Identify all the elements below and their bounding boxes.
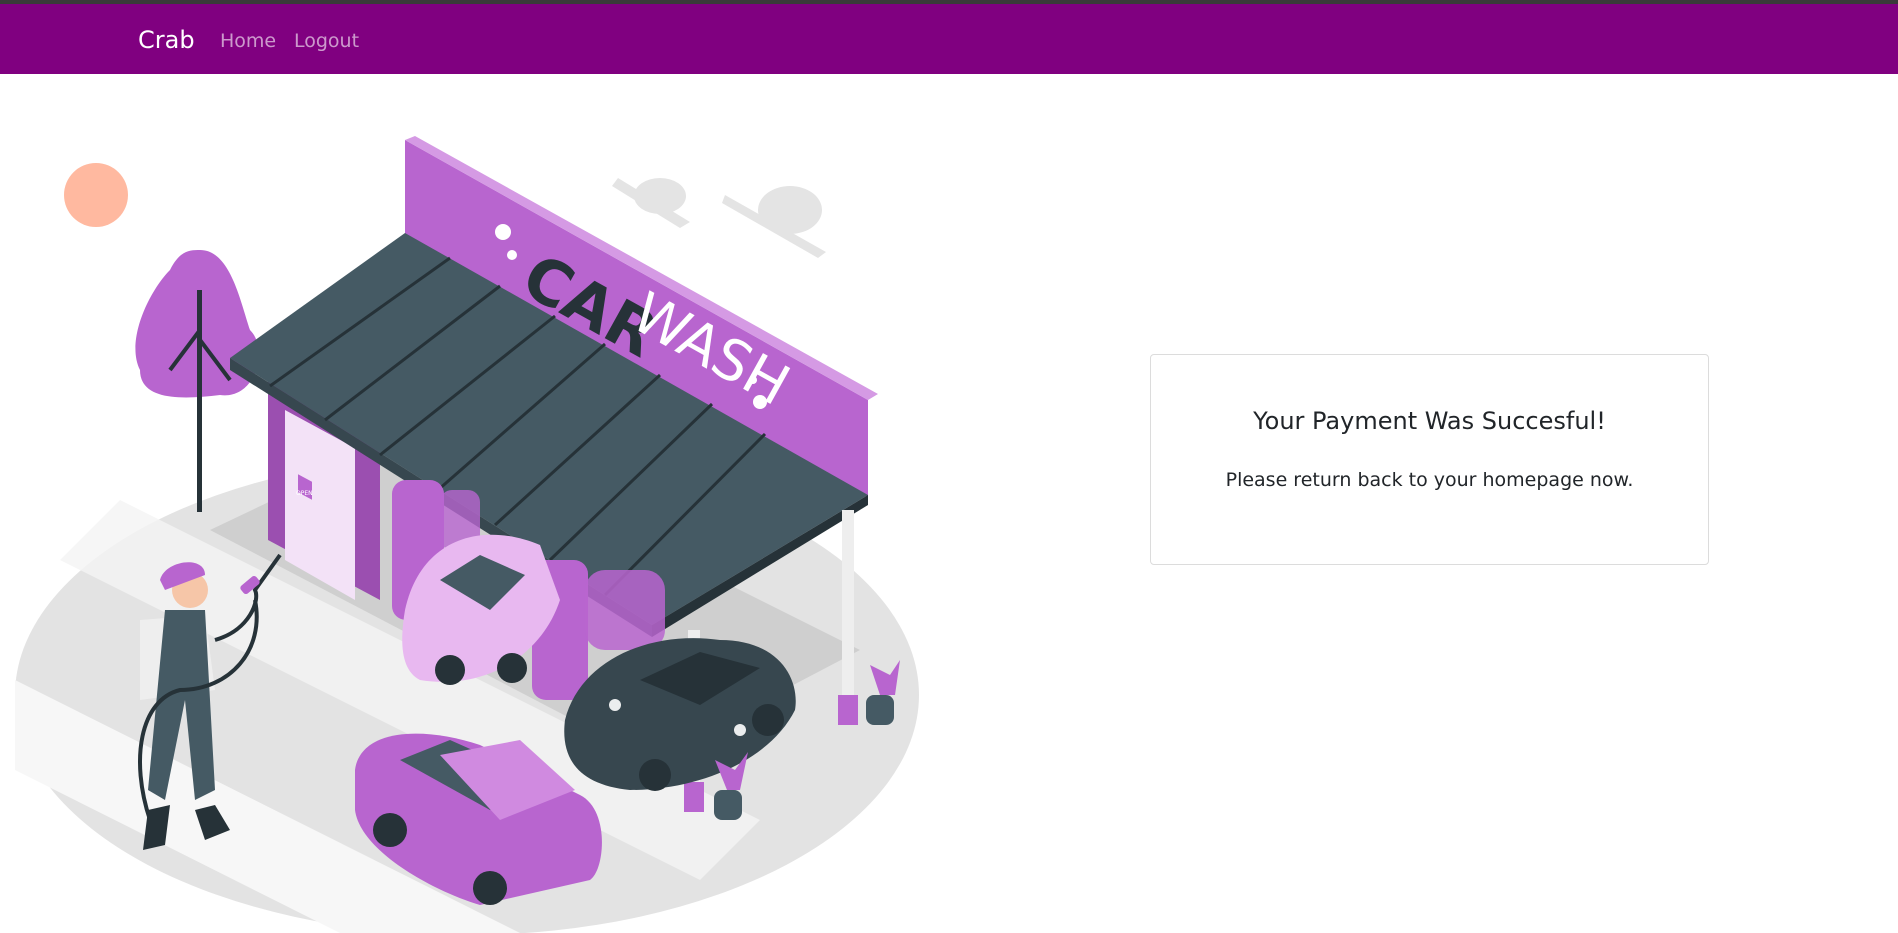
brand-link[interactable]: Crab bbox=[138, 26, 195, 54]
pillar-base bbox=[838, 695, 858, 725]
cloud-shape bbox=[612, 178, 826, 258]
bubble-shape bbox=[753, 395, 767, 409]
door-sign-text: OPEN bbox=[296, 490, 313, 497]
nav-home-link[interactable]: Home bbox=[220, 30, 276, 52]
tree-shape bbox=[135, 250, 259, 512]
payment-success-card: Your Payment Was Succesful! Please retur… bbox=[1150, 354, 1709, 565]
car-wash-illustration: OPEN CAR WASH bbox=[15, 136, 919, 933]
pillar-shape bbox=[842, 510, 854, 700]
bubble-shape bbox=[749, 376, 757, 384]
pillar-base bbox=[684, 782, 704, 812]
nav-logout-link[interactable]: Logout bbox=[294, 30, 359, 52]
payment-success-message: Please return back to your homepage now. bbox=[1225, 469, 1634, 491]
navbar: Crab Home Logout bbox=[0, 4, 1898, 74]
payment-success-title: Your Payment Was Succesful! bbox=[1253, 407, 1606, 435]
bubble-shape bbox=[495, 224, 511, 240]
bubble-shape bbox=[507, 250, 517, 260]
sun-shape bbox=[64, 163, 128, 227]
